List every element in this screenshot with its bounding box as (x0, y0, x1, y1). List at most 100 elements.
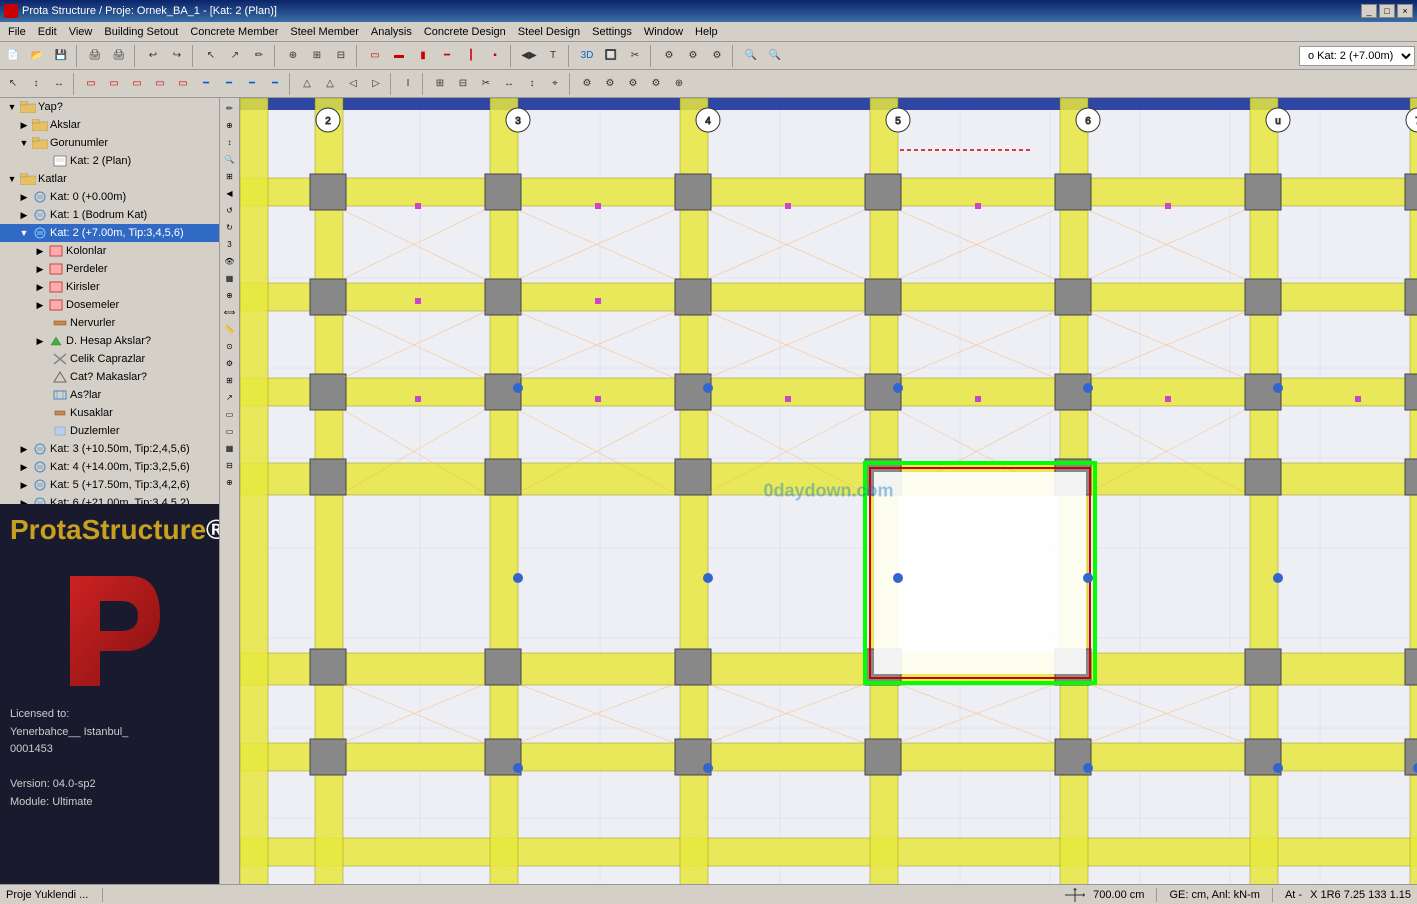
tree-item-kusaklar[interactable]: Kusaklar (0, 404, 219, 422)
canvas-area[interactable]: 2 3 4 c 5 6 7 2 3 4 (240, 98, 1417, 884)
lt-c5[interactable]: ⊕ (222, 474, 238, 490)
menu-help[interactable]: Help (689, 24, 724, 40)
tb-snap[interactable]: ⊕ (282, 45, 304, 67)
expand-nervurler[interactable] (32, 315, 48, 331)
tb-rect2[interactable]: ▬ (388, 45, 410, 67)
lt-globe[interactable]: ⊕ (222, 117, 238, 133)
tb-calc1[interactable]: ⚙ (658, 45, 680, 67)
tb2-14[interactable]: △ (319, 73, 341, 95)
lt-zoom[interactable]: 🔍 (222, 151, 238, 167)
expand-kolonlar[interactable]: ▶ (32, 243, 48, 259)
lt-c1[interactable]: ▭ (222, 406, 238, 422)
tb2-23[interactable]: ⌖ (544, 73, 566, 95)
menu-building-setout[interactable]: Building Setout (98, 24, 184, 40)
floor-selector[interactable]: o Kat: 2 (+7.00m) (1299, 46, 1415, 66)
tree-item-kat6[interactable]: ▶ Kat: 6 (+21.00m, Tip:3,4,5,2) (0, 494, 219, 504)
lt-pen[interactable]: ✏ (222, 100, 238, 116)
tree-item-kat1[interactable]: ▶ Kat: 1 (Bodrum Kat) (0, 206, 219, 224)
tb2-10[interactable]: ━ (218, 73, 240, 95)
tb-render[interactable]: 🔲 (600, 45, 622, 67)
tree-item-dosemeler[interactable]: ▶ Dosemeler (0, 296, 219, 314)
tree-item-kirisler[interactable]: ▶ Kirisler (0, 278, 219, 296)
tree-item-kat0[interactable]: ▶ Kat: 0 (+0.00m) (0, 188, 219, 206)
menu-settings[interactable]: Settings (586, 24, 638, 40)
expand-kat6[interactable]: ▶ (16, 495, 32, 504)
tb-line[interactable]: ━ (436, 45, 458, 67)
tree-item-kat3[interactable]: ▶ Kat: 3 (+10.50m, Tip:2,4,5,6) (0, 440, 219, 458)
tb-save[interactable]: 💾 (50, 45, 72, 67)
tb2-27[interactable]: ⚙ (645, 73, 667, 95)
tb-zoom-out[interactable]: 🔍 (764, 45, 786, 67)
tree-item-kat5[interactable]: ▶ Kat: 5 (+17.50m, Tip:3,4,2,6) (0, 476, 219, 494)
tb2-19[interactable]: ⊟ (452, 73, 474, 95)
expand-kat2[interactable]: ▼ (16, 225, 32, 241)
tb-open[interactable]: 📂 (26, 45, 48, 67)
expand-kirisler[interactable]: ▶ (32, 279, 48, 295)
tree-item-kat2[interactable]: ▼ Kat: 2 (+7.00m, Tip:3,4,5,6) (0, 224, 219, 242)
expand-gorunumler[interactable]: ▼ (16, 135, 32, 151)
tb-zoom-in[interactable]: 🔍 (740, 45, 762, 67)
tb-undo[interactable]: ↩ (142, 45, 164, 67)
tb2-20[interactable]: ✂ (475, 73, 497, 95)
tb-section[interactable]: ✂ (624, 45, 646, 67)
tb-pointer[interactable]: ↗ (224, 45, 246, 67)
tb2-28[interactable]: ⊕ (668, 73, 690, 95)
expand-akslar[interactable]: ▶ (16, 117, 32, 133)
lt-tag[interactable]: ⊙ (222, 338, 238, 354)
tree-item-celik[interactable]: Celik Caprazlar (0, 350, 219, 368)
menu-analysis[interactable]: Analysis (365, 24, 418, 40)
tb2-13[interactable]: △ (296, 73, 318, 95)
tb-axis[interactable]: ⊟ (330, 45, 352, 67)
tb2-9[interactable]: ━ (195, 73, 217, 95)
lt-layer[interactable]: ▦ (222, 270, 238, 286)
minimize-button[interactable]: _ (1361, 4, 1377, 18)
tb-calc2[interactable]: ⚙ (682, 45, 704, 67)
tb-print[interactable]: 🖨 (84, 45, 106, 67)
tb-new[interactable]: 📄 (2, 45, 24, 67)
tb-col[interactable]: ▪ (484, 45, 506, 67)
lt-rotate[interactable]: ↺ (222, 202, 238, 218)
tb-rect[interactable]: ▭ (364, 45, 386, 67)
tb2-15[interactable]: ◁ (342, 73, 364, 95)
tree-item-kat4[interactable]: ▶ Kat: 4 (+14.00m, Tip:3,2,5,6) (0, 458, 219, 476)
lt-snap2[interactable]: ⊕ (222, 287, 238, 303)
tb2-17[interactable]: I (397, 73, 419, 95)
tb-calc3[interactable]: ⚙ (706, 45, 728, 67)
lt-3d[interactable]: 3 (222, 236, 238, 252)
expand-kat2plan[interactable] (32, 153, 48, 169)
menu-steel-design[interactable]: Steel Design (512, 24, 586, 40)
tree-item-kat2plan[interactable]: Kat: 2 (Plan) (0, 152, 219, 170)
tb2-26[interactable]: ⚙ (622, 73, 644, 95)
menu-file[interactable]: File (2, 24, 32, 40)
tb2-11[interactable]: ━ (241, 73, 263, 95)
lt-prev[interactable]: ◀ (222, 185, 238, 201)
menu-concrete-member[interactable]: Concrete Member (184, 24, 284, 40)
tb-3d[interactable]: 3D (576, 45, 598, 67)
expand-dhesap[interactable]: ▶ (32, 333, 48, 349)
tb2-2[interactable]: ↕ (25, 73, 47, 95)
expand-dosemeler[interactable]: ▶ (32, 297, 48, 313)
lt-cfg[interactable]: ⚙ (222, 355, 238, 371)
menu-window[interactable]: Window (638, 24, 689, 40)
tb2-12[interactable]: ━ (264, 73, 286, 95)
tb2-4[interactable]: ▭ (80, 73, 102, 95)
menu-edit[interactable]: Edit (32, 24, 63, 40)
tree-item-dhesap[interactable]: ▶ D. Hesap Akslar? (0, 332, 219, 350)
lt-ref[interactable]: ↗ (222, 389, 238, 405)
menu-concrete-design[interactable]: Concrete Design (418, 24, 512, 40)
expand-cat[interactable] (32, 369, 48, 385)
tb-grid[interactable]: ⊞ (306, 45, 328, 67)
tb-text[interactable]: T (542, 45, 564, 67)
lt-meas[interactable]: 📏 (222, 321, 238, 337)
tree-item-cat[interactable]: Cat? Makaslar? (0, 368, 219, 386)
tree-item-yap[interactable]: ▼ Yap? (0, 98, 219, 116)
tb2-6[interactable]: ▭ (126, 73, 148, 95)
tree-item-kolonlar[interactable]: ▶ Kolonlar (0, 242, 219, 260)
tb2-22[interactable]: ↕ (521, 73, 543, 95)
lt-grid2[interactable]: ⊞ (222, 372, 238, 388)
restore-button[interactable]: □ (1379, 4, 1395, 18)
expand-kat3[interactable]: ▶ (16, 441, 32, 457)
tree-item-asclar[interactable]: As?lar (0, 386, 219, 404)
tree-item-akslar[interactable]: ▶ Akslar (0, 116, 219, 134)
tree-item-perdeler[interactable]: ▶ Perdeler (0, 260, 219, 278)
